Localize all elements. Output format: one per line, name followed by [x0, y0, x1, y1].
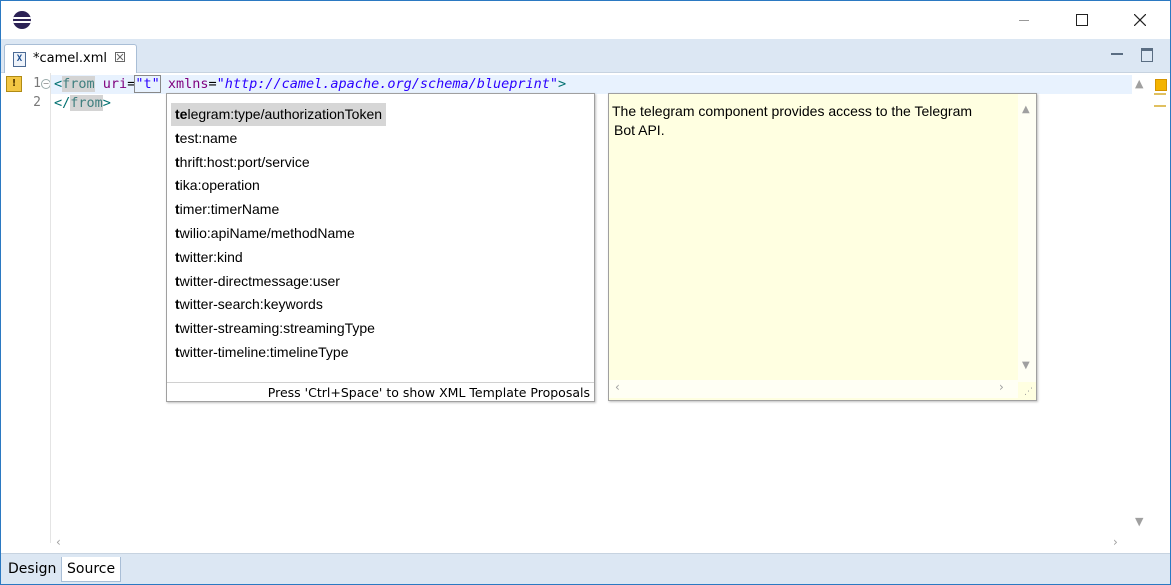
warning-icon[interactable]: ! — [6, 76, 22, 92]
maximize-button[interactable] — [1053, 1, 1111, 39]
warning-marker-icon[interactable] — [1155, 79, 1167, 91]
proposal-item[interactable]: timer:timerName — [171, 198, 283, 221]
code-line-2[interactable]: </from> — [54, 95, 111, 111]
scroll-up-icon[interactable]: ▲ — [1022, 104, 1030, 115]
line-number: 1 — [33, 76, 41, 91]
scroll-right-icon[interactable]: › — [999, 380, 1004, 394]
close-icon — [1134, 14, 1146, 26]
gutter-divider — [50, 73, 51, 543]
doc-vertical-scrollbar[interactable]: ▲ ▼ — [1018, 94, 1036, 382]
editor-vertical-scrollbar[interactable]: ▲ ▼ — [1132, 73, 1150, 551]
scroll-left-icon[interactable]: ‹ — [615, 380, 620, 394]
scroll-down-icon[interactable]: ▼ — [1135, 515, 1143, 528]
doc-description: The telegram component provides access t… — [612, 103, 973, 138]
doc-horizontal-scrollbar[interactable]: ‹ › — [609, 380, 1018, 398]
proposal-item[interactable]: twitter-timeline:timelineType — [171, 341, 353, 364]
occurrence-marker-icon[interactable] — [1154, 93, 1166, 107]
eclipse-logo-icon[interactable] — [13, 11, 31, 29]
proposal-item[interactable]: twitter-search:keywords — [171, 293, 327, 316]
scroll-right-icon[interactable]: › — [1113, 535, 1118, 549]
scroll-left-icon[interactable]: ‹ — [56, 535, 61, 549]
tab-close-icon[interactable] — [115, 51, 125, 65]
documentation-popup: The telegram component provides access t… — [608, 93, 1037, 401]
editor-horizontal-scrollbar[interactable]: ‹ › — [51, 535, 1132, 552]
scroll-up-icon[interactable]: ▲ — [1135, 77, 1143, 90]
editor-mode-tabs: Design Source — [1, 553, 1170, 584]
xml-file-icon: X — [13, 52, 26, 67]
content-assist-popup[interactable]: telegram:type/authorizationToken test:na… — [166, 93, 595, 402]
proposal-item[interactable]: tika:operation — [171, 174, 264, 197]
title-bar — [1, 1, 1170, 39]
close-button[interactable] — [1111, 1, 1169, 39]
overview-ruler[interactable] — [1151, 73, 1170, 551]
minimize-icon — [1019, 19, 1029, 21]
scroll-down-icon[interactable]: ▼ — [1022, 360, 1030, 371]
proposal-item[interactable]: thrift:host:port/service — [171, 151, 314, 174]
resize-grip-icon[interactable]: ⋰ — [1024, 387, 1033, 397]
maximize-icon — [1076, 14, 1088, 26]
line-number: 2 — [33, 95, 41, 110]
proposal-item[interactable]: twitter-directmessage:user — [171, 270, 344, 293]
proposal-item[interactable]: telegram:type/authorizationToken — [171, 103, 387, 126]
proposal-item[interactable]: twitter-streaming:streamingType — [171, 317, 379, 340]
tab-label: *camel.xml — [33, 51, 107, 66]
editor-tab-bar: X *camel.xml — [1, 39, 1170, 74]
maximize-pane-icon[interactable] — [1141, 48, 1153, 62]
assist-footer-hint: Press 'Ctrl+Space' to show XML Template … — [167, 382, 594, 402]
minimize-button[interactable] — [995, 1, 1053, 39]
proposal-item[interactable]: twitter:kind — [171, 246, 247, 269]
minimize-pane-icon[interactable] — [1111, 48, 1123, 60]
tab-source[interactable]: Source — [61, 557, 122, 582]
tab-camel-xml[interactable]: X *camel.xml — [4, 44, 137, 74]
tab-design[interactable]: Design — [3, 557, 61, 581]
code-line-1[interactable]: <from uri="t" xmlns="http://camel.apache… — [54, 75, 566, 93]
proposal-item[interactable]: twilio:apiName/methodName — [171, 222, 359, 245]
proposal-item[interactable]: test:name — [171, 127, 241, 150]
